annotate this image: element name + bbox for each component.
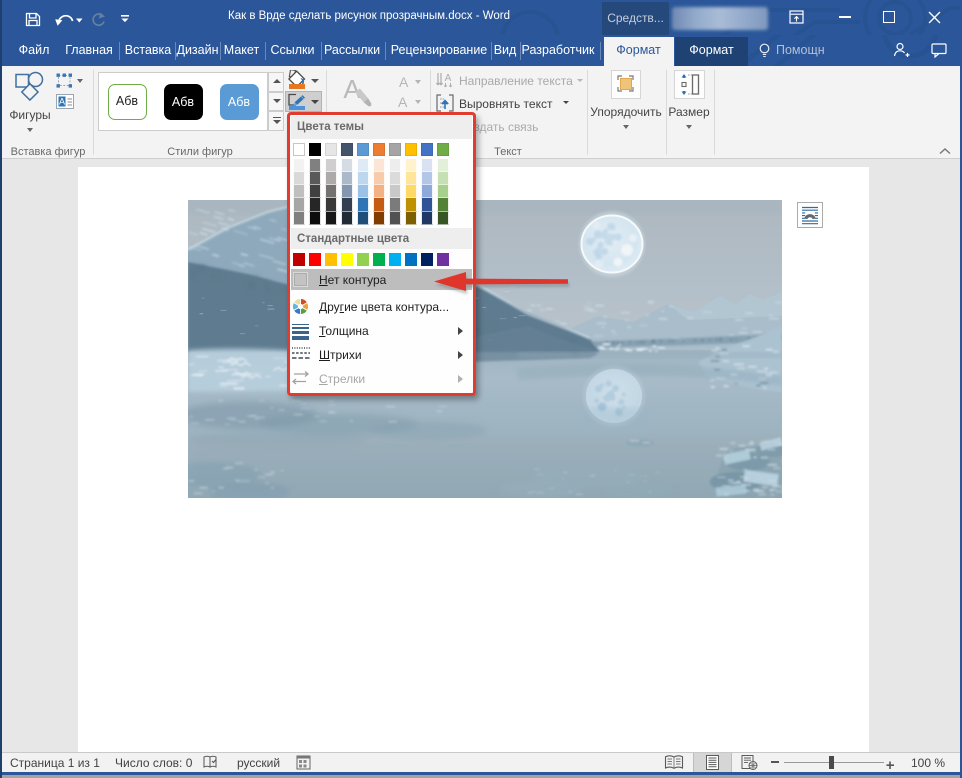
svg-text:A: A (445, 73, 452, 84)
svg-text:А: А (343, 74, 361, 104)
svg-text:A: A (59, 97, 65, 107)
